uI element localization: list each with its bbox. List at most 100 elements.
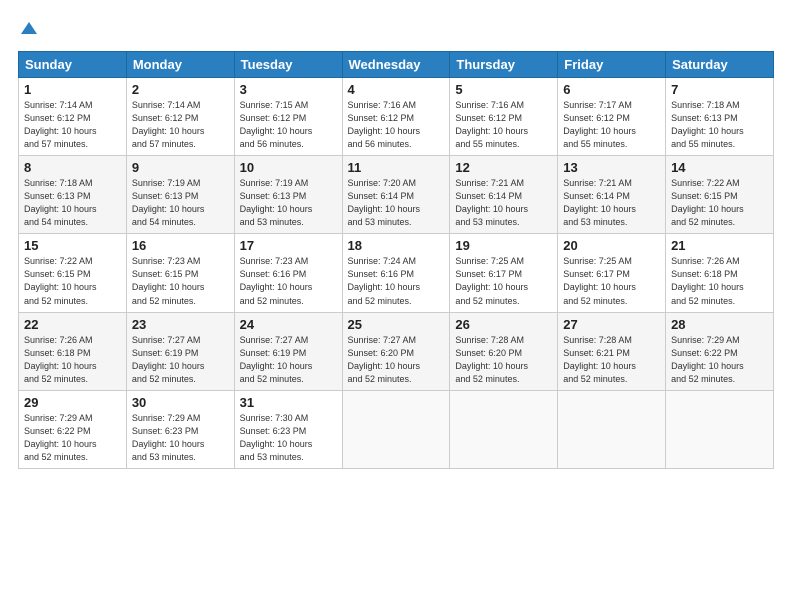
header-row: SundayMondayTuesdayWednesdayThursdayFrid… [19, 52, 774, 78]
day-info: Sunrise: 7:21 AMSunset: 6:14 PMDaylight:… [563, 178, 636, 227]
day-cell: 31 Sunrise: 7:30 AMSunset: 6:23 PMDaylig… [234, 390, 342, 468]
day-cell: 23 Sunrise: 7:27 AMSunset: 6:19 PMDaylig… [126, 312, 234, 390]
day-number: 3 [240, 82, 337, 97]
day-cell: 14 Sunrise: 7:22 AMSunset: 6:15 PMDaylig… [666, 156, 774, 234]
day-cell: 6 Sunrise: 7:17 AMSunset: 6:12 PMDayligh… [558, 78, 666, 156]
day-info: Sunrise: 7:19 AMSunset: 6:13 PMDaylight:… [132, 178, 205, 227]
day-cell: 19 Sunrise: 7:25 AMSunset: 6:17 PMDaylig… [450, 234, 558, 312]
col-header-monday: Monday [126, 52, 234, 78]
day-number: 15 [24, 238, 121, 253]
col-header-sunday: Sunday [19, 52, 127, 78]
day-info: Sunrise: 7:28 AMSunset: 6:21 PMDaylight:… [563, 335, 636, 384]
day-cell [342, 390, 450, 468]
day-cell: 4 Sunrise: 7:16 AMSunset: 6:12 PMDayligh… [342, 78, 450, 156]
day-number: 9 [132, 160, 229, 175]
day-cell: 7 Sunrise: 7:18 AMSunset: 6:13 PMDayligh… [666, 78, 774, 156]
day-info: Sunrise: 7:16 AMSunset: 6:12 PMDaylight:… [348, 100, 421, 149]
day-info: Sunrise: 7:18 AMSunset: 6:13 PMDaylight:… [24, 178, 97, 227]
day-number: 29 [24, 395, 121, 410]
day-info: Sunrise: 7:25 AMSunset: 6:17 PMDaylight:… [563, 256, 636, 305]
day-number: 31 [240, 395, 337, 410]
col-header-friday: Friday [558, 52, 666, 78]
day-cell: 26 Sunrise: 7:28 AMSunset: 6:20 PMDaylig… [450, 312, 558, 390]
day-cell: 10 Sunrise: 7:19 AMSunset: 6:13 PMDaylig… [234, 156, 342, 234]
day-cell: 2 Sunrise: 7:14 AMSunset: 6:12 PMDayligh… [126, 78, 234, 156]
day-cell: 30 Sunrise: 7:29 AMSunset: 6:23 PMDaylig… [126, 390, 234, 468]
day-info: Sunrise: 7:27 AMSunset: 6:19 PMDaylight:… [240, 335, 313, 384]
day-number: 16 [132, 238, 229, 253]
week-row-5: 29 Sunrise: 7:29 AMSunset: 6:22 PMDaylig… [19, 390, 774, 468]
day-number: 14 [671, 160, 768, 175]
day-cell: 20 Sunrise: 7:25 AMSunset: 6:17 PMDaylig… [558, 234, 666, 312]
day-info: Sunrise: 7:20 AMSunset: 6:14 PMDaylight:… [348, 178, 421, 227]
day-info: Sunrise: 7:14 AMSunset: 6:12 PMDaylight:… [132, 100, 205, 149]
day-cell: 13 Sunrise: 7:21 AMSunset: 6:14 PMDaylig… [558, 156, 666, 234]
day-info: Sunrise: 7:26 AMSunset: 6:18 PMDaylight:… [24, 335, 97, 384]
logo-icon [21, 20, 37, 36]
day-info: Sunrise: 7:29 AMSunset: 6:22 PMDaylight:… [671, 335, 744, 384]
day-number: 26 [455, 317, 552, 332]
day-info: Sunrise: 7:14 AMSunset: 6:12 PMDaylight:… [24, 100, 97, 149]
day-info: Sunrise: 7:19 AMSunset: 6:13 PMDaylight:… [240, 178, 313, 227]
day-info: Sunrise: 7:23 AMSunset: 6:15 PMDaylight:… [132, 256, 205, 305]
day-cell: 5 Sunrise: 7:16 AMSunset: 6:12 PMDayligh… [450, 78, 558, 156]
day-number: 27 [563, 317, 660, 332]
day-number: 8 [24, 160, 121, 175]
day-number: 25 [348, 317, 445, 332]
day-info: Sunrise: 7:23 AMSunset: 6:16 PMDaylight:… [240, 256, 313, 305]
day-cell: 25 Sunrise: 7:27 AMSunset: 6:20 PMDaylig… [342, 312, 450, 390]
day-number: 20 [563, 238, 660, 253]
day-info: Sunrise: 7:27 AMSunset: 6:20 PMDaylight:… [348, 335, 421, 384]
day-cell: 15 Sunrise: 7:22 AMSunset: 6:15 PMDaylig… [19, 234, 127, 312]
day-cell [666, 390, 774, 468]
day-cell: 27 Sunrise: 7:28 AMSunset: 6:21 PMDaylig… [558, 312, 666, 390]
day-cell [558, 390, 666, 468]
day-cell: 18 Sunrise: 7:24 AMSunset: 6:16 PMDaylig… [342, 234, 450, 312]
day-number: 17 [240, 238, 337, 253]
day-cell: 9 Sunrise: 7:19 AMSunset: 6:13 PMDayligh… [126, 156, 234, 234]
day-number: 2 [132, 82, 229, 97]
week-row-4: 22 Sunrise: 7:26 AMSunset: 6:18 PMDaylig… [19, 312, 774, 390]
day-number: 22 [24, 317, 121, 332]
logo [18, 18, 37, 41]
day-cell: 3 Sunrise: 7:15 AMSunset: 6:12 PMDayligh… [234, 78, 342, 156]
day-cell: 17 Sunrise: 7:23 AMSunset: 6:16 PMDaylig… [234, 234, 342, 312]
day-info: Sunrise: 7:24 AMSunset: 6:16 PMDaylight:… [348, 256, 421, 305]
day-info: Sunrise: 7:29 AMSunset: 6:23 PMDaylight:… [132, 413, 205, 462]
day-number: 28 [671, 317, 768, 332]
day-info: Sunrise: 7:15 AMSunset: 6:12 PMDaylight:… [240, 100, 313, 149]
header [18, 18, 774, 41]
day-info: Sunrise: 7:25 AMSunset: 6:17 PMDaylight:… [455, 256, 528, 305]
day-number: 19 [455, 238, 552, 253]
day-number: 5 [455, 82, 552, 97]
col-header-saturday: Saturday [666, 52, 774, 78]
day-cell: 28 Sunrise: 7:29 AMSunset: 6:22 PMDaylig… [666, 312, 774, 390]
day-info: Sunrise: 7:30 AMSunset: 6:23 PMDaylight:… [240, 413, 313, 462]
calendar-table: SundayMondayTuesdayWednesdayThursdayFrid… [18, 51, 774, 469]
day-info: Sunrise: 7:22 AMSunset: 6:15 PMDaylight:… [671, 178, 744, 227]
day-cell: 24 Sunrise: 7:27 AMSunset: 6:19 PMDaylig… [234, 312, 342, 390]
day-info: Sunrise: 7:28 AMSunset: 6:20 PMDaylight:… [455, 335, 528, 384]
day-info: Sunrise: 7:22 AMSunset: 6:15 PMDaylight:… [24, 256, 97, 305]
day-number: 1 [24, 82, 121, 97]
col-header-thursday: Thursday [450, 52, 558, 78]
day-number: 30 [132, 395, 229, 410]
day-cell: 16 Sunrise: 7:23 AMSunset: 6:15 PMDaylig… [126, 234, 234, 312]
day-info: Sunrise: 7:18 AMSunset: 6:13 PMDaylight:… [671, 100, 744, 149]
week-row-3: 15 Sunrise: 7:22 AMSunset: 6:15 PMDaylig… [19, 234, 774, 312]
day-info: Sunrise: 7:21 AMSunset: 6:14 PMDaylight:… [455, 178, 528, 227]
day-info: Sunrise: 7:17 AMSunset: 6:12 PMDaylight:… [563, 100, 636, 149]
day-cell [450, 390, 558, 468]
calendar-page: SundayMondayTuesdayWednesdayThursdayFrid… [0, 0, 792, 612]
day-number: 18 [348, 238, 445, 253]
day-info: Sunrise: 7:16 AMSunset: 6:12 PMDaylight:… [455, 100, 528, 149]
week-row-2: 8 Sunrise: 7:18 AMSunset: 6:13 PMDayligh… [19, 156, 774, 234]
day-number: 21 [671, 238, 768, 253]
col-header-tuesday: Tuesday [234, 52, 342, 78]
day-number: 12 [455, 160, 552, 175]
day-cell: 22 Sunrise: 7:26 AMSunset: 6:18 PMDaylig… [19, 312, 127, 390]
week-row-1: 1 Sunrise: 7:14 AMSunset: 6:12 PMDayligh… [19, 78, 774, 156]
day-cell: 11 Sunrise: 7:20 AMSunset: 6:14 PMDaylig… [342, 156, 450, 234]
day-number: 10 [240, 160, 337, 175]
day-cell: 1 Sunrise: 7:14 AMSunset: 6:12 PMDayligh… [19, 78, 127, 156]
